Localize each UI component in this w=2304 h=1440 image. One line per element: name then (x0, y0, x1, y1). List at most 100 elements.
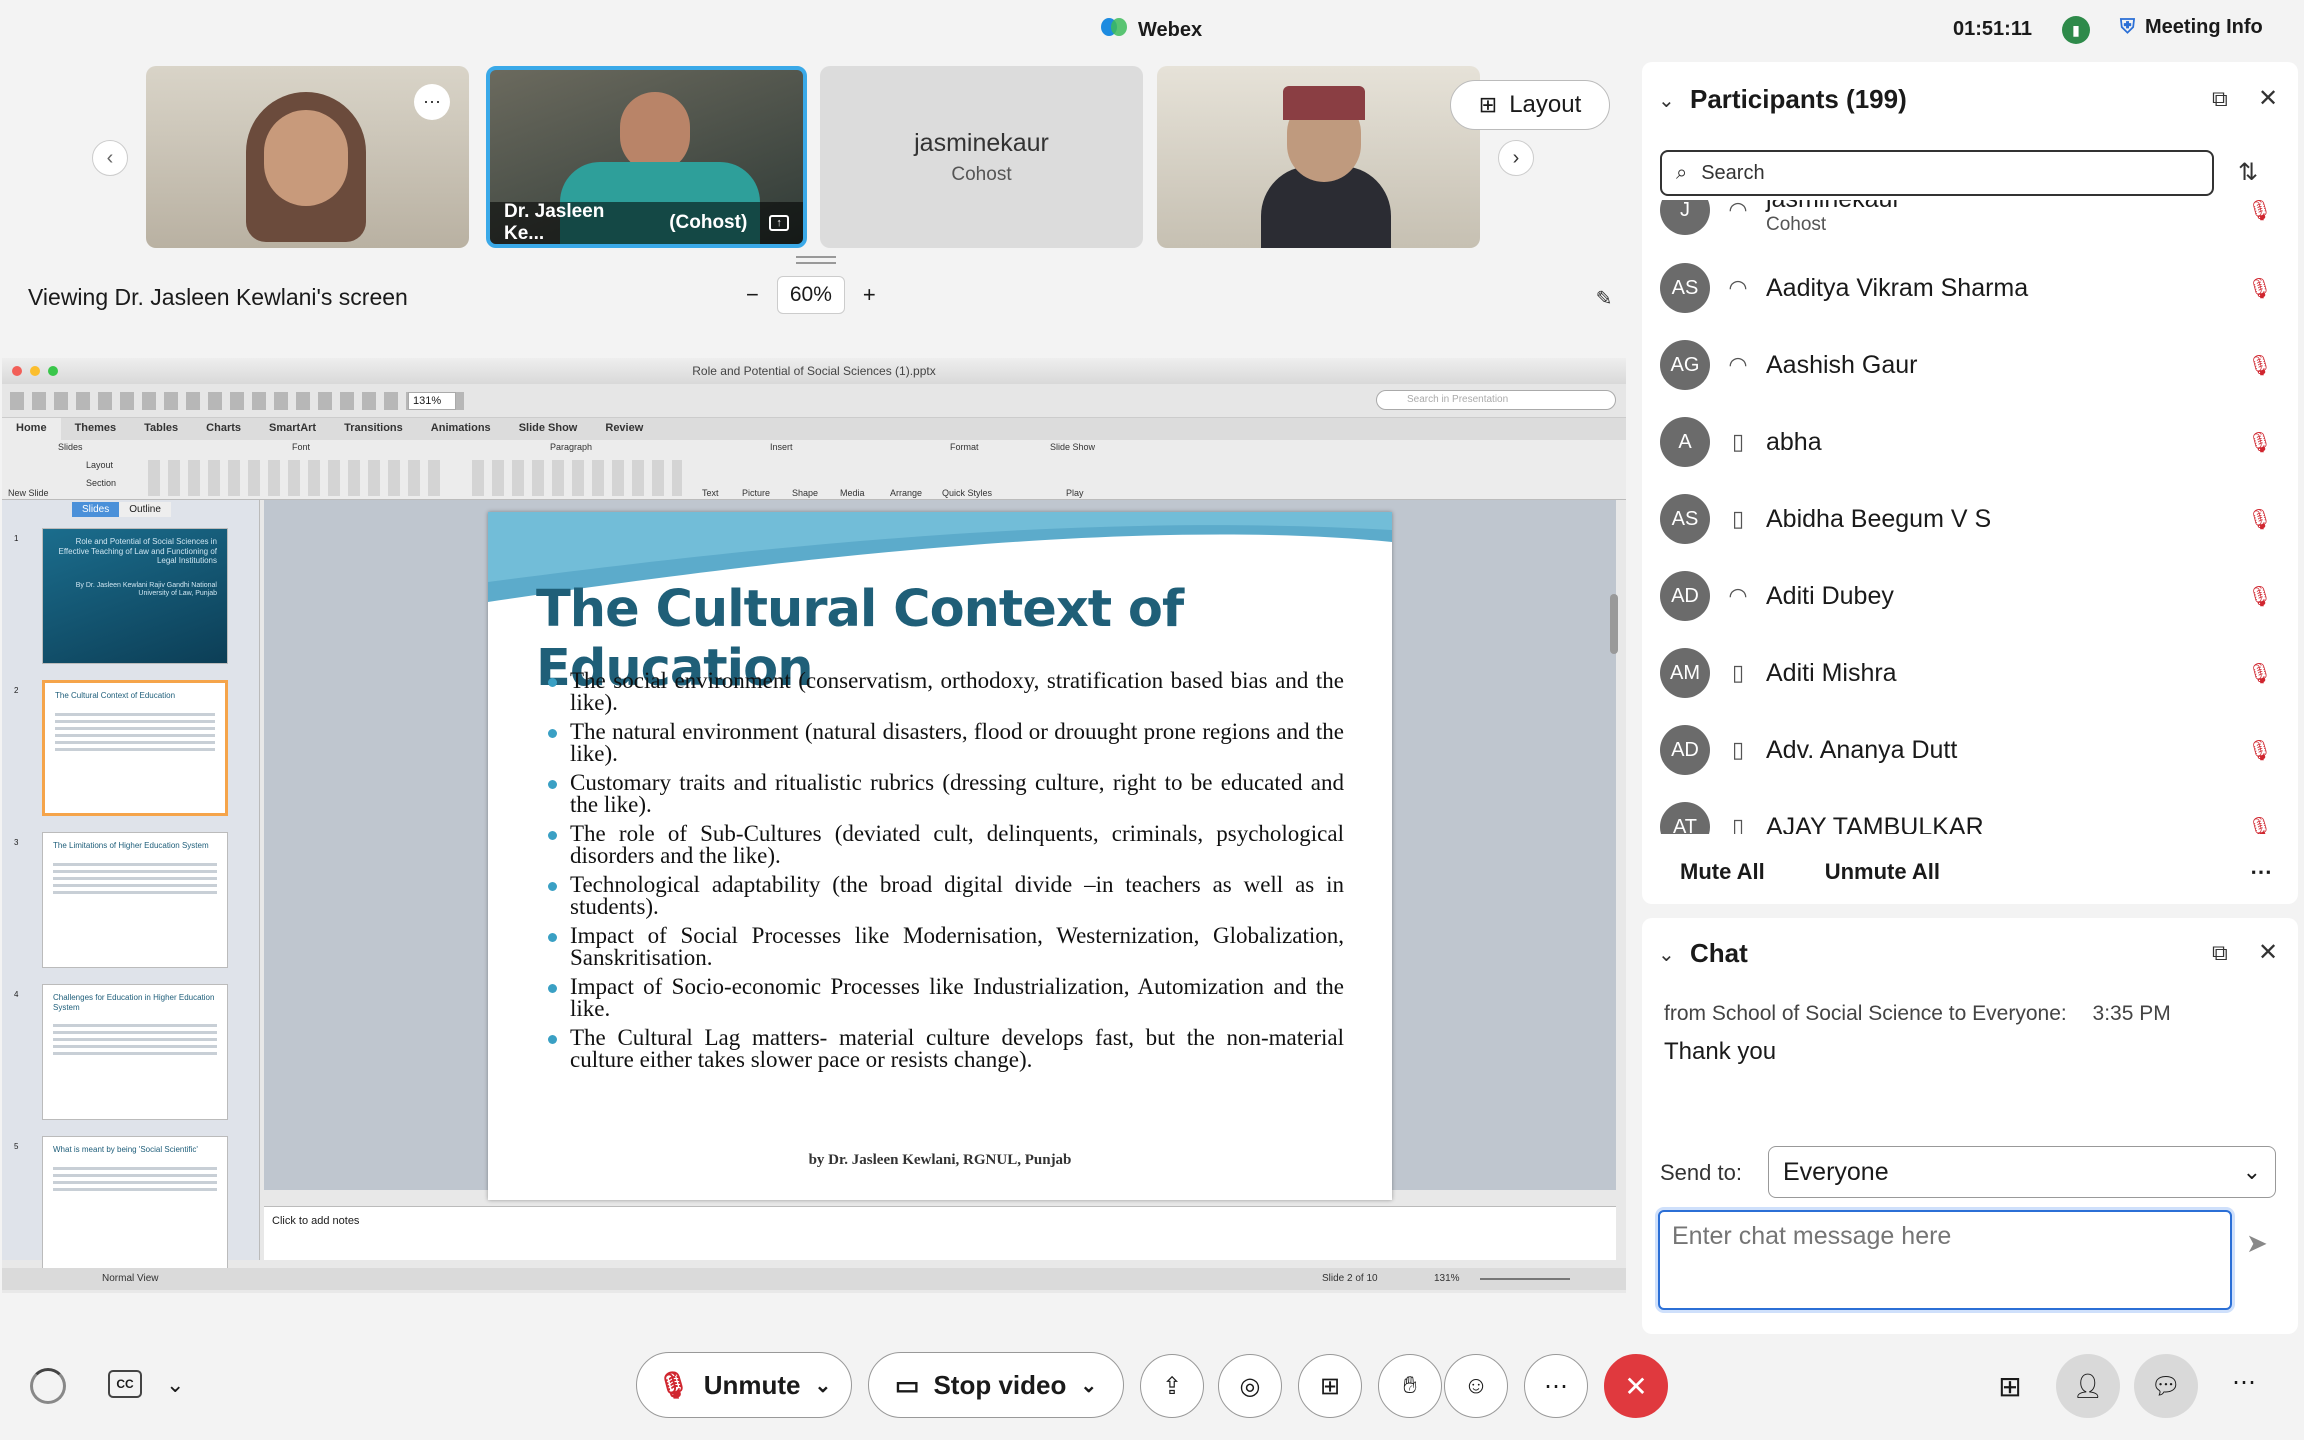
collapse-chevron-icon[interactable]: ⌄ (1658, 88, 1675, 113)
close-icon[interactable]: ✕ (2258, 938, 2278, 967)
zoom-out-button[interactable]: − (746, 282, 759, 308)
section-dropdown[interactable]: Section (86, 478, 116, 488)
ribbon-tab-review[interactable]: Review (591, 418, 657, 440)
mic-muted-icon[interactable]: 🎙︎ (2240, 200, 2280, 223)
more-options-button[interactable]: ⋯ (1524, 1354, 1588, 1418)
ppt-search-input[interactable]: Search in Presentation (1376, 390, 1616, 410)
mic-muted-icon[interactable]: 🎙︎ (2240, 815, 2280, 835)
participant-row[interactable]: AD ◠ Aditi Dubey 🎙︎ (1660, 558, 2280, 634)
ribbon-tab-home[interactable]: Home (2, 418, 61, 440)
resize-handle[interactable] (796, 256, 836, 264)
participant-row[interactable]: A ▯ abha 🎙︎ (1660, 404, 2280, 480)
paragraph-controls[interactable] (472, 460, 682, 496)
arrange-button[interactable]: Arrange (890, 488, 922, 498)
ribbon-tab-smartart[interactable]: SmartArt (255, 418, 330, 440)
ribbon-tab-themes[interactable]: Themes (61, 418, 131, 440)
play-button[interactable]: Play (1066, 488, 1084, 498)
video-strip-next-button[interactable]: › (1498, 140, 1534, 176)
slide-scrollbar[interactable] (1610, 594, 1618, 654)
chat-message-input[interactable] (1658, 1210, 2232, 1310)
current-slide[interactable]: The Cultural Context of Education The so… (488, 512, 1392, 1200)
unmute-button[interactable]: 🎙︎ Unmute ⌄ (636, 1352, 852, 1418)
participant-row[interactable]: AS ▯ Abidha Beegum V S 🎙︎ (1660, 481, 2280, 557)
insert-media-button[interactable]: Media (840, 488, 865, 498)
participant-search-input[interactable]: ⌕ Search (1660, 150, 2214, 196)
close-window-icon[interactable] (12, 366, 22, 376)
layout-button[interactable]: ⊞ Layout (1450, 80, 1610, 130)
apps-panel-icon[interactable]: ⊞ (1992, 1368, 2028, 1404)
ribbon-tab-animations[interactable]: Animations (417, 418, 505, 440)
mic-muted-icon[interactable]: 🎙︎ (2240, 584, 2280, 609)
minimize-window-icon[interactable] (30, 366, 40, 376)
end-call-button[interactable]: ✕ (1604, 1354, 1668, 1418)
font-controls[interactable] (148, 460, 448, 496)
raise-hand-button[interactable]: ✋︎ (1378, 1354, 1442, 1418)
ribbon-tab-charts[interactable]: Charts (192, 418, 255, 440)
network-signal-icon[interactable]: ▮ (2062, 16, 2090, 44)
notes-pane[interactable]: Click to add notes (264, 1206, 1616, 1260)
participant-row[interactable]: AM ▯ Aditi Mishra 🎙︎ (1660, 635, 2280, 711)
ppt-zoom-box[interactable]: 131% (408, 392, 456, 410)
zoom-slider[interactable] (1480, 1278, 1570, 1280)
panel-tab-outline[interactable]: Outline (119, 502, 171, 517)
mute-all-button[interactable]: Mute All (1680, 859, 1765, 885)
mic-muted-icon[interactable]: 🎙︎ (2240, 661, 2280, 686)
chat-toggle-button[interactable]: 💬︎ (2134, 1354, 2198, 1418)
participant-row[interactable]: AG ◠ Aashish Gaur 🎙︎ (1660, 327, 2280, 403)
share-screen-button[interactable]: ⇪ (1140, 1354, 1204, 1418)
apps-button[interactable]: ⊞ (1298, 1354, 1362, 1418)
layout-dropdown[interactable]: Layout (86, 460, 113, 470)
insert-text-button[interactable]: Text (702, 488, 719, 498)
meeting-info-button[interactable]: ⛨ Meeting Info (2120, 16, 2263, 39)
ribbon-tab-slide-show[interactable]: Slide Show (505, 418, 592, 440)
mic-muted-icon[interactable]: 🎙︎ (2240, 430, 2280, 455)
new-slide-button[interactable]: New Slide (8, 488, 49, 498)
send-icon[interactable]: ➤ (2246, 1228, 2268, 1259)
pop-out-icon[interactable]: ⧉ (2212, 940, 2228, 966)
chevron-down-icon[interactable]: ⌄ (166, 1372, 184, 1398)
insert-picture-button[interactable]: Picture (742, 488, 770, 498)
reactions-button[interactable]: ☺ (1444, 1354, 1508, 1418)
quick-styles-button[interactable]: Quick Styles (942, 488, 992, 498)
pop-out-icon[interactable]: ⧉ (2212, 86, 2228, 112)
maximize-window-icon[interactable] (48, 366, 58, 376)
panel-tab-slides[interactable]: Slides (72, 502, 120, 517)
video-tile-1[interactable]: ⋯ (146, 66, 469, 248)
send-to-select[interactable]: Everyone ⌄ (1768, 1146, 2276, 1198)
mic-muted-icon[interactable]: 🎙︎ (2240, 276, 2280, 301)
mic-muted-icon[interactable]: 🎙︎ (2240, 507, 2280, 532)
mic-muted-icon[interactable]: 🎙︎ (2240, 353, 2280, 378)
participant-row[interactable]: AT ▯ AJAY TAMBULKAR 🎙︎ (1660, 789, 2280, 834)
more-options-icon[interactable]: ⋯ (2232, 1368, 2256, 1397)
video-strip-prev-button[interactable]: ‹ (92, 140, 128, 176)
slide-thumbnail-1[interactable]: Role and Potential of Social Sciences in… (42, 528, 228, 664)
sort-icon[interactable]: ⇅ (2238, 158, 2258, 187)
participant-row[interactable]: AD ▯ Adv. Ananya Dutt 🎙︎ (1660, 712, 2280, 788)
unmute-all-button[interactable]: Unmute All (1825, 859, 1940, 885)
more-options-icon[interactable]: ⋯ (2250, 859, 2272, 885)
record-button[interactable]: ◎ (1218, 1354, 1282, 1418)
closed-captions-icon[interactable]: CC (108, 1370, 142, 1398)
insert-shape-button[interactable]: Shape (792, 488, 818, 498)
ribbon-tab-tables[interactable]: Tables (130, 418, 192, 440)
meeting-assistant-icon[interactable] (30, 1368, 66, 1404)
video-tile-4[interactable] (1157, 66, 1480, 248)
zoom-in-button[interactable]: + (863, 282, 876, 308)
participant-row[interactable]: J ◠ jasminekaur Cohost 🎙︎ (1660, 200, 2280, 248)
video-tile-3[interactable]: jasminekaur Cohost (820, 66, 1143, 248)
slide-thumbnail-5[interactable]: What is meant by being 'Social Scientifi… (42, 1136, 228, 1272)
slide-thumbnail-4[interactable]: Challenges for Education in Higher Educa… (42, 984, 228, 1120)
stop-video-button[interactable]: ▭ Stop video ⌄ (868, 1352, 1124, 1418)
more-options-icon[interactable]: ⋯ (414, 84, 450, 120)
video-tile-2-active-speaker[interactable]: Dr. Jasleen Ke... (Cohost) ↑ (486, 66, 807, 248)
zoom-level[interactable]: 60% (776, 276, 845, 314)
participant-row[interactable]: AS ◠ Aaditya Vikram Sharma 🎙︎ (1660, 250, 2280, 326)
ribbon-tab-transitions[interactable]: Transitions (330, 418, 417, 440)
toolbar-icons[interactable] (10, 392, 470, 410)
annotate-icon[interactable]: ✎ (1590, 284, 1618, 312)
mic-muted-icon[interactable]: 🎙︎ (2240, 738, 2280, 763)
close-icon[interactable]: ✕ (2258, 84, 2278, 113)
participants-toggle-button[interactable]: 👤︎ (2056, 1354, 2120, 1418)
slide-thumbnail-2-selected[interactable]: The Cultural Context of Education (42, 680, 228, 816)
slide-thumbnail-3[interactable]: The Limitations of Higher Education Syst… (42, 832, 228, 968)
